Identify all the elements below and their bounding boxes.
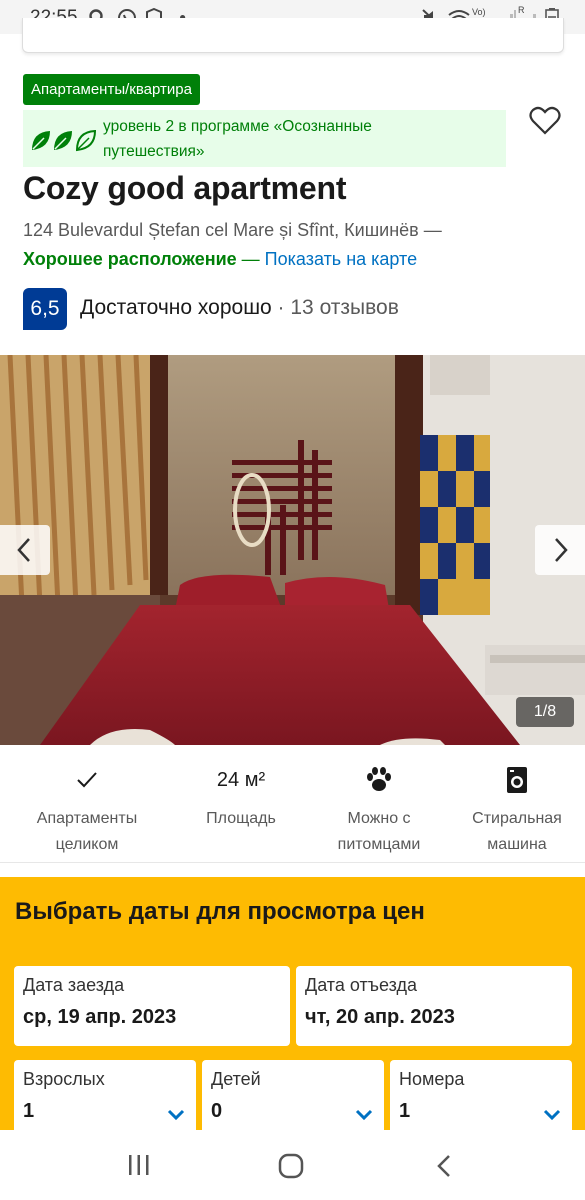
- facility-label: Стиральная машина: [472, 810, 562, 853]
- checkout-label: Дата отъезда: [305, 975, 417, 995]
- chevron-right-icon: [555, 538, 568, 562]
- property-photo[interactable]: [0, 355, 585, 745]
- facility-area: 24 м² Площадь: [168, 760, 314, 832]
- rooms-value: 1: [399, 1100, 411, 1122]
- chevron-down-icon: [543, 1109, 561, 1121]
- photo-counter: 1/8: [516, 697, 574, 727]
- system-navigation-bar: [0, 1130, 585, 1200]
- chevron-down-icon: [167, 1109, 185, 1121]
- leaf-icon: [30, 128, 100, 159]
- review-score-badge: 6,5: [23, 288, 67, 330]
- home-icon[interactable]: [277, 1152, 305, 1185]
- area-value: 24 м²: [216, 768, 266, 791]
- rooms-select[interactable]: Номера 1: [390, 1060, 572, 1140]
- chevron-down-icon: [355, 1109, 373, 1121]
- chevron-left-icon: [17, 538, 30, 562]
- review-count[interactable]: · 13 отзывов: [272, 296, 399, 319]
- roaming-label: R: [518, 5, 525, 15]
- favorite-heart-icon[interactable]: [528, 104, 562, 138]
- location-line: Хорошее расположение — Показать на карте: [23, 249, 417, 270]
- recent-apps-icon[interactable]: [126, 1152, 152, 1183]
- facility-label: Апартаменты целиком: [36, 810, 138, 853]
- property-type-badge: Апартаменты/квартира: [23, 74, 200, 105]
- rating-word: Достаточно хорошо: [80, 296, 272, 319]
- children-value: 0: [211, 1100, 223, 1122]
- adults-select[interactable]: Взрослых 1: [14, 1060, 196, 1140]
- rooms-label: Номера: [399, 1069, 465, 1089]
- washing-machine-icon: [444, 760, 585, 800]
- property-title: Cozy good apartment: [23, 170, 347, 206]
- checkmark-icon: [14, 760, 160, 800]
- checkin-label: Дата заезда: [23, 975, 125, 995]
- adults-label: Взрослых: [23, 1069, 105, 1089]
- sustainability-text: уровень 2 в программе «Осознанные путеше…: [103, 118, 372, 160]
- checkin-value: ср, 19 апр. 2023: [23, 1006, 177, 1028]
- next-photo-button[interactable]: [535, 525, 585, 575]
- show-on-map-link[interactable]: Показать на карте: [265, 249, 417, 269]
- dates-title: Выбрать даты для просмотра цен: [15, 898, 425, 925]
- adults-value: 1: [23, 1100, 35, 1122]
- search-summary-card[interactable]: [22, 18, 564, 53]
- location-rating: Хорошее расположение: [23, 249, 237, 269]
- location-separator: —: [236, 249, 265, 269]
- children-select[interactable]: Детей 0: [202, 1060, 384, 1140]
- children-label: Детей: [211, 1069, 261, 1089]
- property-address: 124 Bulevardul Ștefan cel Mare și Sfînt,…: [23, 220, 442, 240]
- checkout-date-field[interactable]: Дата отъезда чт, 20 апр. 2023: [296, 966, 572, 1046]
- facility-washing-machine: Стиральная машина: [444, 760, 585, 858]
- back-icon[interactable]: [432, 1152, 456, 1185]
- checkout-value: чт, 20 апр. 2023: [305, 1006, 455, 1028]
- checkin-date-field[interactable]: Дата заезда ср, 19 апр. 2023: [14, 966, 290, 1046]
- paw-icon: [306, 760, 452, 800]
- rating-line[interactable]: Достаточно хорошо · 13 отзывов: [80, 296, 399, 320]
- facility-entire-apartment: Апартаменты целиком: [14, 760, 160, 858]
- facility-pets: Можно с питомцами: [306, 760, 452, 858]
- divider: [0, 862, 585, 863]
- previous-photo-button[interactable]: [0, 525, 50, 575]
- facility-label: Можно с питомцами: [337, 810, 421, 853]
- facility-label: Площадь: [206, 810, 276, 827]
